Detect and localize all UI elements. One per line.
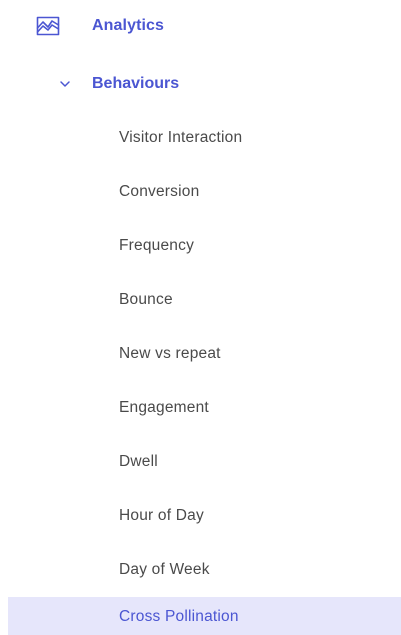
nav-item-bounce[interactable]: Bounce bbox=[0, 280, 401, 320]
nav-group-behaviours[interactable]: Behaviours bbox=[58, 64, 179, 104]
nav-item-engagement[interactable]: Engagement bbox=[0, 388, 401, 428]
nav-item-label: Visitor Interaction bbox=[119, 129, 243, 146]
nav-item-label: Bounce bbox=[119, 291, 173, 308]
nav-item-label: Dwell bbox=[119, 453, 158, 470]
nav-item-dwell[interactable]: Dwell bbox=[0, 442, 401, 482]
nav-item-new-vs-repeat[interactable]: New vs repeat bbox=[0, 334, 401, 374]
nav-item-label: Cross Pollination bbox=[119, 608, 239, 625]
analytics-chart-icon bbox=[36, 14, 60, 38]
chevron-down-icon bbox=[58, 77, 72, 91]
nav-item-hour-of-day[interactable]: Hour of Day bbox=[0, 496, 401, 536]
nav-item-label: Engagement bbox=[119, 399, 209, 416]
nav-section-label: Analytics bbox=[92, 17, 165, 34]
nav-item-label: Day of Week bbox=[119, 561, 210, 578]
nav-item-label: Hour of Day bbox=[119, 507, 204, 524]
nav-item-label: Conversion bbox=[119, 183, 200, 200]
nav-group-label: Behaviours bbox=[92, 75, 180, 92]
nav-item-frequency[interactable]: Frequency bbox=[0, 226, 401, 266]
sidebar-nav: Analytics Behaviours Visitor Interaction… bbox=[0, 0, 401, 635]
nav-item-cross-pollination[interactable]: Cross Pollination bbox=[8, 597, 401, 635]
nav-item-label: Frequency bbox=[119, 237, 195, 254]
nav-item-label: New vs repeat bbox=[119, 345, 221, 362]
nav-item-conversion[interactable]: Conversion bbox=[0, 172, 401, 212]
nav-item-visitor-interaction[interactable]: Visitor Interaction bbox=[0, 118, 401, 158]
nav-item-day-of-week[interactable]: Day of Week bbox=[0, 550, 401, 590]
nav-section-analytics[interactable]: Analytics bbox=[36, 6, 164, 46]
